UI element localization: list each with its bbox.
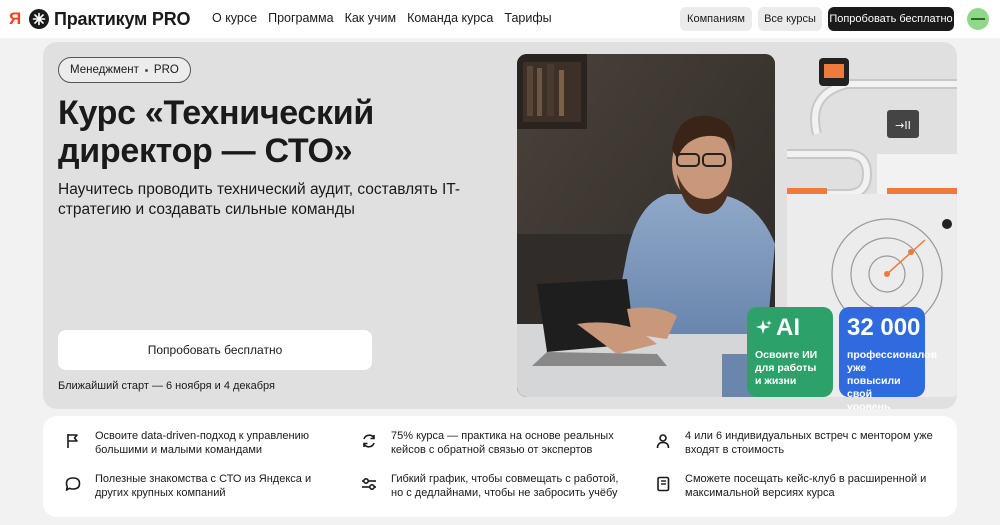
tag-category: Менеджмент (70, 64, 139, 76)
nav-how-we-teach[interactable]: Как учим (345, 11, 397, 25)
feature-item: Сможете посещать кейс-клуб в расширенной… (655, 473, 935, 500)
ai-badge: AI Освоите ИИ для работы и жизни (747, 307, 833, 397)
ai-badge-caption: Освоите ИИ для работы и жизни (755, 349, 818, 387)
category-tag: Менеджмент PRO (58, 57, 191, 83)
book-icon (655, 476, 671, 492)
feature-text: 4 или 6 индивидуальных встреч с ментором… (685, 430, 933, 456)
sliders-icon (361, 476, 377, 492)
main-nav: О курсе Программа Как учим Команда курса… (212, 11, 552, 25)
feature-item: 4 или 6 индивидуальных встреч с ментором… (655, 430, 935, 457)
feature-text: Сможете посещать кейс-клуб в расширенной… (685, 473, 927, 499)
sparkle-icon (756, 320, 772, 334)
page-title: Курс «Технический директор — СТО» (58, 94, 374, 170)
try-free-header-button[interactable]: Попробовать бесплатно (828, 7, 954, 31)
nav-program[interactable]: Программа (268, 11, 334, 25)
feature-text: Освоите data-driven-подход к управлению … (95, 430, 309, 456)
nav-about[interactable]: О курсе (212, 11, 257, 25)
avatar[interactable] (967, 8, 989, 30)
nav-team[interactable]: Команда курса (407, 11, 493, 25)
brand-name: Практикум PRO (54, 8, 191, 29)
hero-section: Менеджмент PRO Курс «Технический директо… (43, 42, 957, 409)
feature-item: Полезные знакомства с СТО из Яндекса и д… (65, 473, 335, 500)
chat-icon (65, 476, 81, 492)
students-caption: профессионалов уже повысили свой уровень (847, 349, 938, 409)
all-courses-button[interactable]: Все курсы (758, 7, 822, 31)
page-subtitle: Научитесь проводить технический аудит, с… (58, 181, 461, 218)
site-header: Я Практикум PRO О курсе Программа Как уч… (0, 0, 1000, 38)
tag-level: PRO (153, 64, 179, 76)
try-free-button[interactable]: Попробовать бесплатно (58, 330, 372, 370)
feature-item: Освоите data-driven-подход к управлению … (65, 430, 335, 457)
hero-photo (517, 54, 775, 397)
praktikum-star-icon (29, 9, 49, 29)
start-dates: Ближайший старт — 6 ноября и 4 декабря (58, 380, 275, 392)
students-count: 32 000 (847, 314, 921, 341)
refresh-icon (361, 433, 377, 449)
ai-badge-text: AI (776, 314, 800, 341)
flag-icon (65, 433, 81, 449)
nav-pricing[interactable]: Тарифы (504, 11, 551, 25)
features-list: Освоите data-driven-подход к управлению … (43, 416, 957, 517)
feature-text: Гибкий график, чтобы совмещать с работой… (391, 473, 619, 499)
svg-text:→II: →II (895, 119, 911, 132)
logo[interactable]: Я Практикум PRO (9, 8, 191, 30)
person-icon (655, 433, 671, 449)
ai-badge-title: AI (755, 315, 825, 341)
feature-item: Гибкий график, чтобы совмещать с работой… (361, 473, 631, 500)
feature-text: 75% курса — практика на основе реальных … (391, 430, 614, 456)
yandex-logo: Я (9, 9, 22, 28)
students-badge: 32 000 профессионалов уже повысили свой … (839, 307, 937, 409)
feature-text: Полезные знакомства с СТО из Яндекса и д… (95, 473, 312, 499)
tag-separator (144, 68, 148, 72)
companies-button[interactable]: Компаниям (680, 7, 752, 31)
feature-item: 75% курса — практика на основе реальных … (361, 430, 631, 457)
